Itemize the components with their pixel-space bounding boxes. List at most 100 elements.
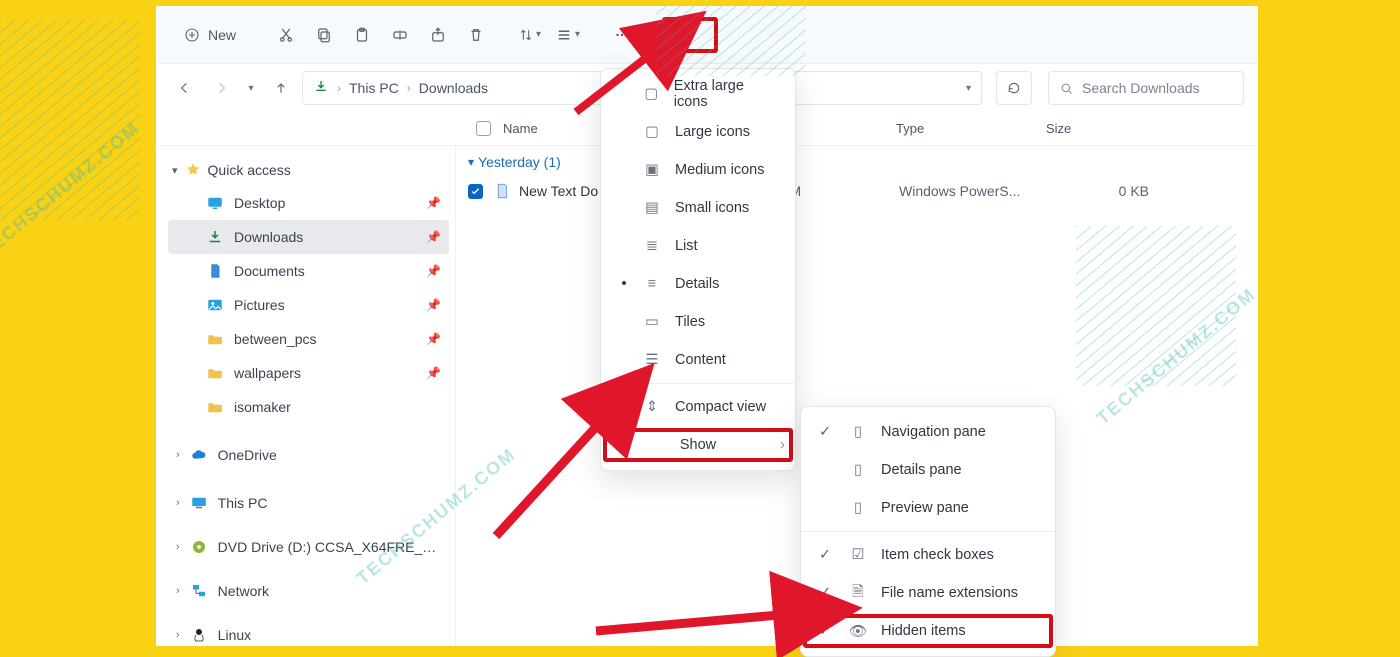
view-button[interactable]: ▾ [549,22,586,48]
sidebar-item-this-pc[interactable]: ›This PC [168,486,449,520]
chevron-right-icon: › [176,585,180,597]
breadcrumb-sep: › [337,81,341,95]
menu-preview-pane[interactable]: ▯Preview pane [801,489,1055,527]
details-icon: ≡ [643,276,661,292]
network-icon [190,582,208,600]
quick-access-label: Quick access [208,162,291,178]
tiles-icon: ▭ [643,314,661,330]
sidebar-item-dvd[interactable]: ›DVD Drive (D:) CCSA_X64FRE_EN-US_D [168,530,449,564]
refresh-button[interactable] [996,71,1032,105]
sidebar-item-network[interactable]: ›Network [168,574,449,608]
breadcrumb-current[interactable]: Downloads [419,80,488,96]
search-input[interactable]: Search Downloads [1048,71,1244,105]
menu-xl-icons[interactable]: ▢Extra large icons [601,75,795,113]
pin-icon: 📌 [426,366,441,380]
menu-label: Extra large icons [674,78,777,110]
menu-md-icons[interactable]: ▣Medium icons [601,151,795,189]
folder-icon [206,364,224,382]
row-checkbox[interactable] [468,184,483,199]
menu-list[interactable]: ≣List [601,227,795,265]
compact-icon: ⇕ [643,399,661,415]
sidebar-label: wallpapers [234,365,301,381]
chevron-down-icon: ▾ [468,155,474,169]
col-type[interactable]: Type [896,121,1046,136]
pictures-icon [206,296,224,314]
menu-label: Tiles [675,314,705,330]
menu-label: Hidden items [881,623,966,639]
breadcrumb-sep: › [407,81,411,95]
sidebar-item-linux[interactable]: ›Linux [168,618,449,646]
menu-content[interactable]: ☰Content [601,341,795,379]
menu-label: Details pane [881,462,962,478]
menu-compact-view[interactable]: ⇕Compact view [601,388,795,426]
menu-item-checkboxes[interactable]: ✓☑Item check boxes [801,536,1055,574]
pane-icon: ▯ [849,462,867,478]
sidebar-label: OneDrive [218,447,277,463]
check-icon: ✓ [819,547,835,563]
group-header[interactable]: ▾ Yesterday (1) [468,154,1246,170]
pin-icon: 📌 [426,298,441,312]
new-button-label: New [208,27,236,43]
col-size[interactable]: Size [1046,121,1166,136]
checkbox-icon: ☑ [849,547,867,563]
file-row[interactable]: New Text Do 2:25 PM Windows PowerS... 0 … [468,176,1246,206]
menu-separator [601,383,795,384]
sidebar-item-documents[interactable]: Documents📌 [168,254,449,288]
menu-label: Show [680,437,716,453]
sort-icon [518,27,534,43]
desktop-icon [206,194,224,212]
delete-button[interactable] [458,17,494,53]
select-all-checkbox[interactable] [476,121,491,136]
check-icon: ✓ [819,623,835,639]
sidebar-item-downloads[interactable]: Downloads📌 [168,220,449,254]
file-icon: 🗎 [849,581,867,606]
sidebar-item-between-pcs[interactable]: between_pcs📌 [168,322,449,356]
menu-lg-icons[interactable]: ▢Large icons [601,113,795,151]
menu-sm-icons[interactable]: ▤Small icons [601,189,795,227]
new-button[interactable]: New [170,21,250,49]
sort-button[interactable]: ▾ [512,23,547,47]
col-name[interactable]: Name [503,121,538,136]
grid-icon: ▢ [643,124,661,140]
sidebar-label: between_pcs [234,331,317,347]
rename-button[interactable] [382,17,418,53]
bullet-icon: • [619,276,629,292]
menu-nav-pane[interactable]: ✓▯Navigation pane [801,413,1055,451]
copy-button[interactable] [306,17,342,53]
watermark-lines [0,20,140,220]
forward-button[interactable] [206,73,236,103]
menu-hidden-items[interactable]: ✓ 👁 Hidden items [801,612,1055,650]
sidebar-label: This PC [218,495,268,511]
linux-icon [190,626,208,644]
eye-icon: 👁 [849,623,867,640]
file-size: 0 KB [1069,183,1149,199]
more-button[interactable] [604,17,640,53]
menu-details-pane[interactable]: ▯ Details pane [801,451,1055,489]
paste-button[interactable] [344,17,380,53]
content-icon: ☰ [643,352,661,368]
share-button[interactable] [420,17,456,53]
menu-show[interactable]: Show› [601,426,795,464]
sidebar-label: isomaker [234,399,291,415]
sidebar-item-onedrive[interactable]: ›OneDrive [168,438,449,472]
menu-details[interactable]: •≡Details [601,265,795,303]
cut-button[interactable] [268,17,304,53]
sidebar-item-desktop[interactable]: Desktop📌 [168,186,449,220]
recent-locations[interactable]: ▾ [242,73,260,103]
view-list-icon [555,26,573,44]
up-button[interactable] [266,73,296,103]
watermark-text: TECHSCHUMZ.COM [0,118,144,263]
command-bar: New ▾ ▾ [156,6,1258,64]
menu-file-extensions[interactable]: ✓🗎File name extensions [801,574,1055,612]
sidebar-item-pictures[interactable]: Pictures📌 [168,288,449,322]
sidebar-label: DVD Drive (D:) CCSA_X64FRE_EN-US_D [218,539,441,555]
sidebar-item-isomaker[interactable]: isomaker [168,390,449,424]
breadcrumb-root[interactable]: This PC [349,80,399,96]
pin-icon: 📌 [426,196,441,210]
menu-tiles[interactable]: ▭ Tiles [601,303,795,341]
sidebar-item-wallpapers[interactable]: wallpapers 📌 [168,356,449,390]
star-icon [184,161,202,179]
quick-access-header[interactable]: ▾ Quick access [168,154,449,186]
chevron-down-icon: ▾ [172,164,178,177]
back-button[interactable] [170,73,200,103]
